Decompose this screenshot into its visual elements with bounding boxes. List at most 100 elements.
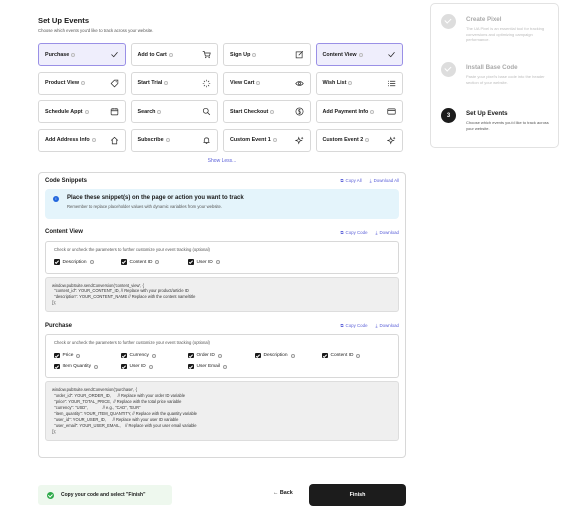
info-icon: [84, 109, 89, 114]
param-user-email[interactable]: User Email: [188, 361, 255, 372]
info-icon: [215, 260, 220, 264]
event-card-start-trial[interactable]: Start Trial: [130, 71, 218, 95]
notice-title: Place these snippet(s) on the page or ac…: [67, 194, 244, 201]
code-block[interactable]: window.pubSuite.sendConversion('content_…: [45, 276, 399, 313]
info-icon: [94, 364, 99, 369]
download-label: Download: [379, 229, 399, 235]
param-price[interactable]: Price: [54, 350, 121, 361]
event-label: Custom Event 1: [230, 137, 271, 143]
info-icon: [358, 52, 363, 57]
checkbox[interactable]: [121, 259, 127, 265]
event-label: Custom Event 2: [322, 137, 364, 143]
section-title: Purchase: [45, 322, 73, 329]
event-card-custom-event-2[interactable]: Custom Event 2: [315, 128, 403, 152]
event-card-product-view[interactable]: Product View: [38, 71, 126, 95]
success-toast: Copy your code and select "Finish": [38, 485, 172, 505]
sparkle-icon: [202, 79, 211, 87]
info-icon: [71, 52, 76, 57]
param-label: Description: [263, 353, 288, 359]
checkbox[interactable]: [121, 352, 127, 359]
checkbox[interactable]: [255, 352, 261, 359]
info-icon: [272, 138, 277, 142]
event-label: Add to Cart: [137, 51, 167, 58]
back-button[interactable]: ← Back: [273, 490, 293, 496]
step-check-icon: [441, 14, 456, 29]
copy-icon: ⧉: [340, 229, 344, 235]
param-item-quantity[interactable]: Item Quantity: [54, 361, 121, 372]
event-card-view-cart[interactable]: View Cart: [223, 71, 311, 95]
param-order-id[interactable]: Order ID: [188, 350, 255, 361]
finish-button[interactable]: Finish: [309, 484, 406, 506]
event-grid: Purchase Add to Cart Sign Up Content View Pr…: [38, 43, 406, 152]
param-content-id[interactable]: Content ID: [322, 350, 389, 361]
event-card-start-checkout[interactable]: Start Checkout: [223, 100, 311, 123]
copy-icon: ⧉: [340, 323, 344, 329]
page-title: Set Up Events: [38, 16, 90, 25]
param-currency[interactable]: Currency: [121, 350, 188, 361]
check-icon: [110, 52, 118, 58]
download-button[interactable]: ⤓ Download: [376, 323, 399, 328]
main-panel: Set Up Events Choose which events you'd …: [38, 14, 406, 458]
copy-all-button[interactable]: ⧉ Copy All: [340, 178, 361, 183]
arrow-left-icon: ←: [273, 490, 279, 496]
info-icon: [157, 109, 162, 114]
event-card-add-payment-info[interactable]: Add Payment Info: [315, 100, 403, 123]
info-icon: [76, 353, 81, 358]
param-label: User Email: [196, 364, 220, 370]
checkbox[interactable]: [188, 363, 194, 370]
event-card-purchase[interactable]: Purchase: [38, 43, 126, 66]
checkbox[interactable]: [54, 259, 60, 265]
copy-all-label: Copy All: [345, 178, 362, 183]
step-number-badge: 3: [441, 108, 456, 123]
section-title: Content View: [45, 229, 83, 235]
param-options: Check or uncheck the parameters to furth…: [45, 240, 399, 274]
event-card-add-to-cart[interactable]: Add to Cart: [130, 43, 218, 66]
info-icon: [89, 260, 94, 264]
copy-code-label: Copy Code: [345, 323, 368, 329]
event-card-search[interactable]: Search: [130, 100, 218, 123]
show-less-link[interactable]: Show Less...: [38, 158, 406, 164]
page-subtitle: Choose which events you'd like to track …: [38, 28, 154, 33]
back-label: Back: [279, 490, 293, 496]
event-card-content-view[interactable]: Content View: [315, 43, 403, 66]
info-icon: [270, 109, 275, 114]
param-user-id[interactable]: User ID: [188, 257, 255, 268]
step-title: Set Up Events: [466, 110, 508, 117]
checkbox[interactable]: [188, 352, 194, 359]
event-card-wish-list[interactable]: Wish List: [315, 71, 403, 95]
step-title: Create Pixel: [466, 16, 502, 23]
checkbox[interactable]: [322, 352, 328, 359]
download-all-button[interactable]: ⤓ Download All: [370, 178, 399, 183]
step-check-icon: [441, 62, 456, 77]
event-card-custom-event-1[interactable]: Custom Event 1: [223, 128, 311, 152]
code-block[interactable]: window.pubSuite.sendConversion('purchase…: [45, 381, 399, 441]
param-label: Item Quantity: [62, 364, 92, 370]
checkbox[interactable]: [54, 352, 60, 359]
event-card-schedule-appt[interactable]: Schedule Appt: [38, 100, 126, 123]
param-description[interactable]: Description: [54, 257, 121, 268]
download-button[interactable]: ⤓ Download: [376, 230, 399, 235]
info-icon: [256, 81, 261, 85]
param-content-id[interactable]: Content ID: [121, 257, 188, 268]
param-label: Order ID: [196, 353, 215, 359]
snippet-section-purchase: Purchase ⧉ Copy Code ⤓ Download Check or unch…: [39, 320, 405, 441]
checkbox[interactable]: [121, 363, 127, 370]
checkbox[interactable]: [54, 363, 60, 370]
param-user-id[interactable]: User ID: [121, 361, 188, 372]
event-card-add-address-info[interactable]: Add Address Info: [38, 128, 126, 152]
placement-notice: i Place these snippet(s) on the page or …: [45, 188, 399, 219]
download-icon: ⤓: [375, 229, 378, 235]
dollar-icon: [295, 107, 303, 116]
event-card-sign-up[interactable]: Sign Up: [223, 43, 311, 66]
step-description: Choose which events you'd like to track …: [466, 120, 549, 131]
checkbox[interactable]: [188, 259, 194, 265]
step-description: The UA Pixel is an essential tool for tr…: [466, 26, 545, 43]
info-icon: [217, 353, 222, 358]
info-icon: [151, 353, 156, 358]
event-card-subscribe[interactable]: Subscribe: [130, 128, 218, 152]
copy-code-button[interactable]: ⧉ Copy Code: [340, 230, 367, 235]
info-icon: [348, 81, 353, 85]
param-description[interactable]: Description: [255, 350, 322, 361]
code-snippets-title: Code Snippets: [45, 177, 88, 184]
copy-code-button[interactable]: ⧉ Copy Code: [340, 323, 367, 328]
